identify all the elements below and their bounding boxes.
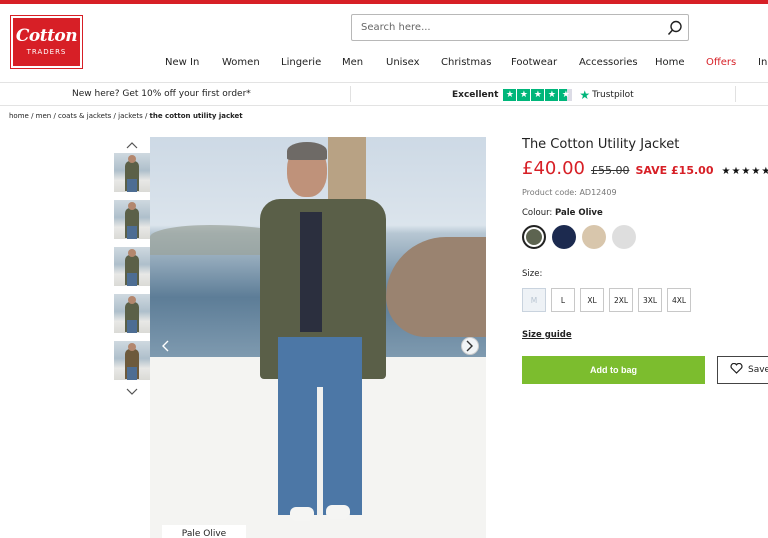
search-bar — [351, 14, 689, 41]
thumbnail-head — [128, 296, 136, 304]
nav-item-footwear[interactable]: Footwear — [511, 57, 557, 68]
trustpilot-stars-icon: ★ ★ ★ ★ ★ — [503, 89, 573, 101]
product-thumbnail[interactable] — [114, 247, 150, 286]
swatch-stone[interactable] — [582, 225, 606, 249]
trustpilot-label: Trustpilot — [592, 90, 634, 100]
nav-item-in[interactable]: In — [758, 57, 767, 68]
star-icon: ★ — [545, 89, 559, 101]
chevron-up-icon[interactable] — [114, 137, 150, 153]
thumbnail-head — [128, 155, 136, 163]
nav-item-accessories[interactable]: Accessories — [579, 57, 638, 68]
main-navigation: New In Women Lingerie Men Unisex Christm… — [0, 57, 768, 71]
current-price: £40.00 — [522, 158, 585, 179]
chevron-down-icon[interactable] — [114, 384, 150, 400]
original-price: £55.00 — [590, 164, 630, 177]
chevron-right-icon[interactable] — [461, 337, 479, 355]
chevron-left-icon[interactable] — [156, 337, 174, 355]
star-icon: ★ — [531, 89, 545, 101]
size-option-xl[interactable]: XL — [580, 288, 604, 312]
thumbnail-head — [128, 343, 136, 351]
product-thumbnail[interactable] — [114, 294, 150, 333]
rating-stars-icon[interactable]: ★★★★★ — [721, 166, 768, 177]
thumbnail-strip — [114, 137, 150, 400]
breadcrumb-current: the cotton utility jacket — [149, 112, 243, 120]
swatch-pale-olive[interactable] — [522, 225, 546, 249]
price-row: £40.00 £55.00 SAVE £15.00 ★★★★★ — [522, 158, 768, 179]
size-options: M L XL 2XL 3XL 4XL — [522, 288, 691, 312]
trustpilot-widget[interactable]: Excellent ★ ★ ★ ★ ★ ★ Trustpilot — [452, 88, 634, 102]
promo-divider — [735, 86, 736, 102]
breadcrumb-path[interactable]: home / men / coats & jackets / jackets / — [9, 112, 150, 120]
image-rocks — [386, 237, 486, 337]
product-code: Product code: AD12409 — [522, 188, 617, 197]
nav-item-men[interactable]: Men — [342, 57, 363, 68]
add-to-bag-button[interactable]: Add to bag — [522, 356, 705, 384]
breadcrumb: home / men / coats & jackets / jackets /… — [9, 112, 243, 120]
thumbnail-jeans — [127, 320, 137, 333]
size-label: Size: — [522, 269, 543, 279]
size-option-3xl[interactable]: 3XL — [638, 288, 662, 312]
promo-bar: New here? Get 10% off your first order* … — [0, 83, 768, 105]
search-icon[interactable] — [661, 15, 688, 40]
colour-swatches — [522, 225, 636, 249]
trustpilot-logo: ★ Trustpilot — [579, 88, 633, 102]
size-guide-link[interactable]: Size guide — [522, 330, 572, 340]
thumbnail-jeans — [127, 179, 137, 192]
size-option-4xl[interactable]: 4XL — [667, 288, 691, 312]
save-to-wishlist-button[interactable]: Save — [717, 356, 768, 384]
nav-item-home[interactable]: Home — [655, 57, 685, 68]
size-option-2xl[interactable]: 2XL — [609, 288, 633, 312]
saving-amount: SAVE £15.00 — [635, 164, 714, 177]
image-model-leg-gap — [317, 387, 323, 515]
star-icon: ★ — [517, 89, 531, 101]
thumbnail-jeans — [127, 273, 137, 286]
nav-item-unisex[interactable]: Unisex — [386, 57, 420, 68]
promo-divider-line — [0, 105, 768, 106]
top-accent-line — [0, 0, 768, 4]
colour-label-prefix: Colour: — [522, 208, 555, 218]
image-model-shoe — [290, 507, 314, 521]
first-order-offer[interactable]: New here? Get 10% off your first order* — [72, 89, 251, 99]
trustpilot-rating-text: Excellent — [452, 90, 499, 100]
promo-divider — [350, 86, 351, 102]
thumbnail-jeans — [127, 367, 137, 380]
product-thumbnail[interactable] — [114, 200, 150, 239]
nav-item-offers[interactable]: Offers — [706, 57, 736, 68]
thumbnail-head — [128, 202, 136, 210]
swatch-grey[interactable] — [612, 225, 636, 249]
selected-colour: Pale Olive — [555, 208, 603, 218]
size-option-l[interactable]: L — [551, 288, 575, 312]
heart-icon — [730, 362, 743, 377]
logo-wordmark: Cotton — [15, 26, 78, 46]
nav-item-lingerie[interactable]: Lingerie — [281, 57, 321, 68]
star-icon: ★ — [559, 89, 573, 101]
main-product-image[interactable]: Pale Olive — [150, 137, 486, 538]
nav-item-women[interactable]: Women — [222, 57, 260, 68]
image-model-shirt — [300, 212, 322, 332]
swatch-navy[interactable] — [552, 225, 576, 249]
nav-item-christmas[interactable]: Christmas — [441, 57, 491, 68]
product-title: The Cotton Utility Jacket — [522, 137, 680, 152]
product-thumbnail[interactable] — [114, 153, 150, 192]
product-thumbnail[interactable] — [114, 341, 150, 380]
save-label: Save — [748, 365, 768, 375]
star-icon: ★ — [503, 89, 517, 101]
nav-item-new-in[interactable]: New In — [165, 57, 199, 68]
search-input[interactable] — [352, 15, 652, 40]
logo-subtitle: TRADERS — [26, 48, 67, 56]
size-option-m[interactable]: M — [522, 288, 546, 312]
thumbnail-jeans — [127, 226, 137, 239]
image-model-shoe — [326, 505, 350, 519]
trustpilot-star-icon: ★ — [579, 88, 591, 102]
image-model-hair — [287, 142, 327, 160]
thumbnail-head — [128, 249, 136, 257]
colour-label: Colour: Pale Olive — [522, 208, 603, 218]
image-colour-tag: Pale Olive — [162, 525, 246, 538]
